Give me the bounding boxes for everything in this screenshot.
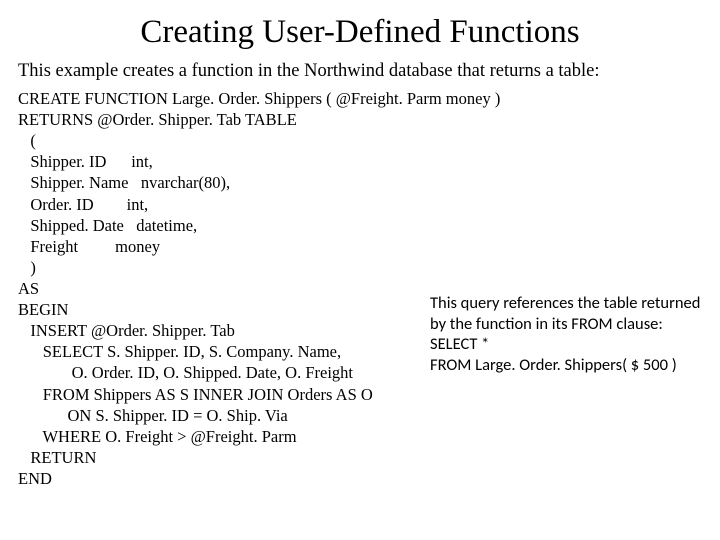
code-line: O. Order. ID, O. Shipped. Date, O. Freig… (18, 363, 353, 382)
side-query-line: FROM Large. Order. Shippers( $ 500 ) (430, 355, 712, 376)
code-block: CREATE FUNCTION Large. Order. Shippers (… (18, 88, 702, 489)
slide: Creating User-Defined Functions This exa… (0, 0, 720, 540)
code-line: RETURN (18, 448, 96, 467)
code-line: CREATE FUNCTION Large. Order. Shippers (… (18, 89, 500, 108)
code-line: ( (18, 131, 36, 150)
code-line: ON S. Shipper. ID = O. Ship. Via (18, 406, 288, 425)
code-line: Shipped. Date datetime, (18, 216, 197, 235)
code-line: Shipper. ID int, (18, 152, 153, 171)
code-line: Shipper. Name nvarchar(80), (18, 173, 230, 192)
code-line: AS (18, 279, 39, 298)
code-line: SELECT S. Shipper. ID, S. Company. Name, (18, 342, 341, 361)
code-line: Freight money (18, 237, 160, 256)
code-line: BEGIN (18, 300, 68, 319)
code-line: WHERE O. Freight > @Freight. Parm (18, 427, 297, 446)
side-paragraph: This query references the table returned… (430, 293, 712, 334)
code-line: Order. ID int, (18, 195, 148, 214)
code-line: INSERT @Order. Shipper. Tab (18, 321, 235, 340)
intro-text: This example creates a function in the N… (18, 61, 702, 82)
side-query-line: SELECT * (430, 334, 712, 355)
code-line: END (18, 469, 52, 488)
code-line: RETURNS @Order. Shipper. Tab TABLE (18, 110, 297, 129)
code-line: FROM Shippers AS S INNER JOIN Orders AS … (18, 385, 373, 404)
slide-title: Creating User-Defined Functions (18, 14, 702, 51)
side-note: This query references the table returned… (430, 293, 712, 376)
code-line: ) (18, 258, 36, 277)
